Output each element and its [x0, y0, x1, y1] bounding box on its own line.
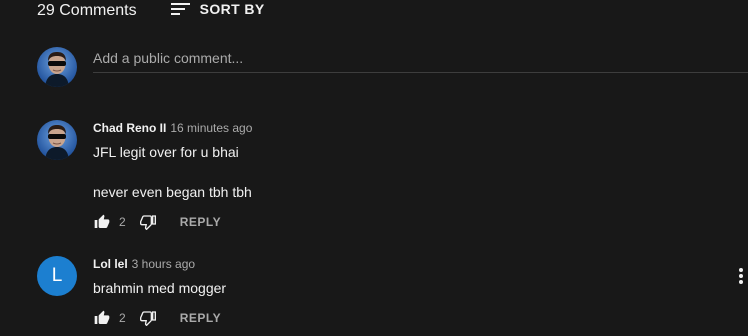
current-user-avatar[interactable]: [37, 47, 77, 87]
like-count: 2: [119, 311, 126, 325]
comment-text-line: JFL legit over for u bhai: [93, 144, 239, 160]
comment-count: 29 Comments: [37, 2, 137, 19]
add-comment-placeholder: Add a public comment...: [93, 50, 244, 66]
comment-item: Lol lel 3 hours ago: [93, 257, 195, 273]
dislike-button[interactable]: [139, 309, 157, 327]
comment-timestamp[interactable]: 3 hours ago: [132, 257, 195, 271]
reply-button[interactable]: REPLY: [180, 311, 221, 325]
avatar-letter: L: [51, 265, 63, 286]
sort-by-label: SORT BY: [199, 1, 265, 17]
comment-timestamp[interactable]: 16 minutes ago: [170, 121, 252, 135]
comment-author[interactable]: Chad Reno II: [93, 121, 166, 135]
sort-icon: [170, 1, 190, 17]
reply-button[interactable]: REPLY: [180, 215, 221, 229]
thumbs-up-icon: [94, 310, 110, 324]
sunglasses-avatar-icon: [37, 47, 77, 87]
comment-text-line: brahmin med mogger: [93, 280, 227, 296]
sort-by-button[interactable]: SORT BY: [170, 1, 265, 17]
sunglasses-avatar-icon: [37, 120, 77, 160]
like-count: 2: [119, 215, 126, 229]
more-actions-icon[interactable]: [734, 266, 748, 286]
thumbs-up-icon: [94, 214, 110, 228]
thumbs-down-icon: [139, 215, 156, 230]
comment-actions: 2 REPLY: [93, 213, 221, 231]
like-button[interactable]: [93, 309, 111, 327]
comment-author-avatar[interactable]: [37, 120, 77, 160]
comment-text-line: never even began tbh tbh: [93, 184, 252, 200]
dislike-button[interactable]: [139, 213, 157, 231]
comments-header: 29 Comments SORT BY: [37, 0, 265, 22]
comment-author[interactable]: Lol lel: [93, 257, 128, 271]
comment-author-avatar[interactable]: L: [37, 256, 77, 296]
add-comment-input[interactable]: Add a public comment...: [93, 47, 748, 73]
thumbs-down-icon: [139, 311, 156, 326]
comment-actions: 2 REPLY: [93, 309, 221, 327]
like-button[interactable]: [93, 213, 111, 231]
comment-item: Chad Reno II 16 minutes ago: [93, 121, 252, 137]
